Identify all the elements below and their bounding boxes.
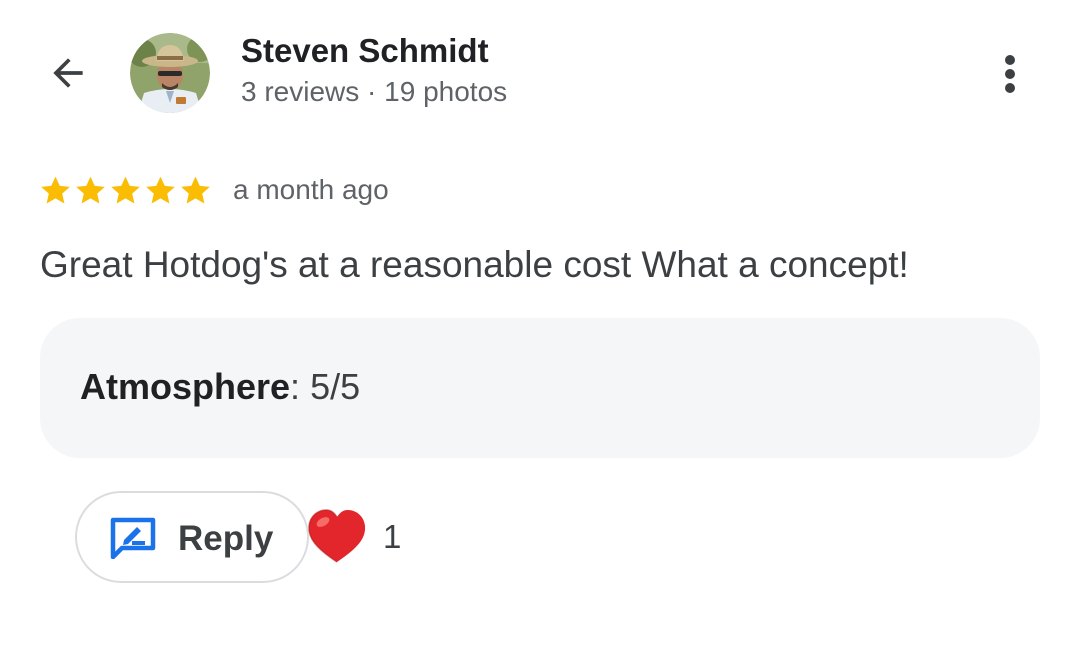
reply-button[interactable]: Reply xyxy=(75,491,309,583)
star-icon xyxy=(181,176,210,203)
reviewer-name[interactable]: Steven Schmidt xyxy=(241,32,489,70)
star-icon xyxy=(76,176,105,203)
back-button[interactable] xyxy=(36,45,100,101)
more-vert-icon xyxy=(1005,55,1015,93)
reaction-count: 1 xyxy=(383,518,402,555)
star-rating xyxy=(38,173,213,208)
star-icon xyxy=(41,176,70,203)
attribute-value: 5/5 xyxy=(310,366,361,407)
heart-reaction-button[interactable] xyxy=(306,508,368,566)
rating-row: a month ago xyxy=(38,170,389,210)
attribute-separator: : xyxy=(290,366,311,407)
star-icon xyxy=(111,176,140,203)
reviewer-stats: 3 reviews · 19 photos xyxy=(241,76,508,107)
review-attributes: Atmosphere: 5/5 xyxy=(40,318,1040,458)
star-icon xyxy=(146,176,175,203)
more-options-button[interactable] xyxy=(986,46,1034,102)
arrow-back-icon xyxy=(53,58,83,88)
avatar[interactable] xyxy=(130,33,210,113)
red-heart-icon xyxy=(308,509,366,563)
review-date: a month ago xyxy=(233,174,389,205)
attribute-atmosphere: Atmosphere: 5/5 xyxy=(80,366,360,408)
review-text: Great Hotdog's at a reasonable cost What… xyxy=(40,244,909,285)
attribute-key: Atmosphere xyxy=(80,366,291,407)
reply-label: Reply xyxy=(178,519,274,558)
user-avatar-image xyxy=(130,33,210,113)
reply-edit-icon xyxy=(110,517,156,559)
